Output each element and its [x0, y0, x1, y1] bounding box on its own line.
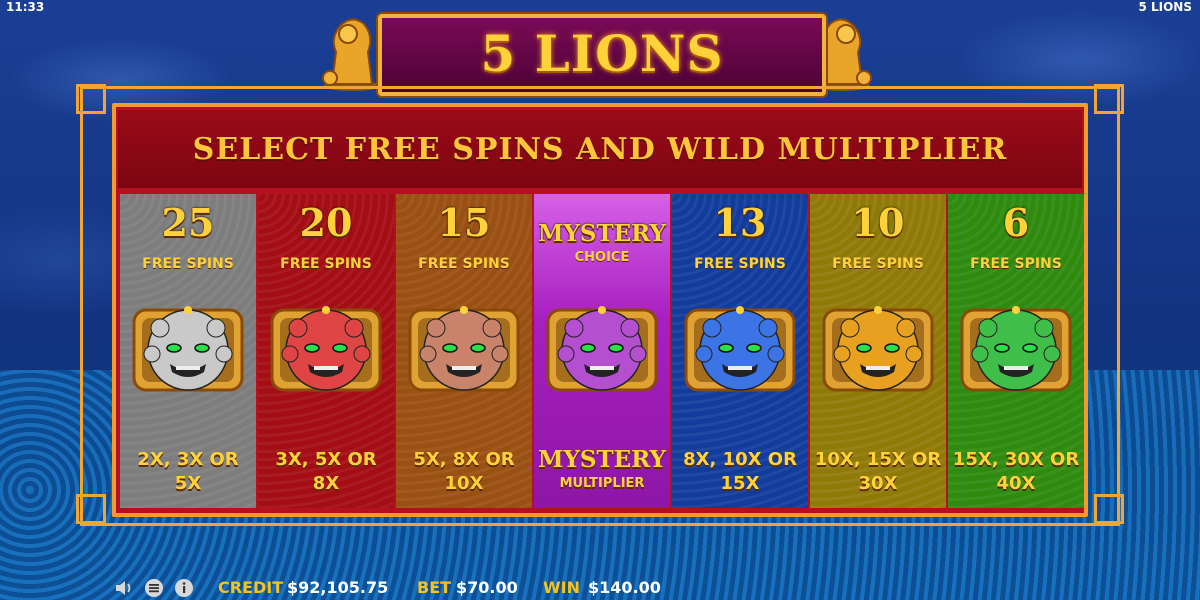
free-spins-label: FREE SPINS — [694, 256, 786, 272]
title-banner: 5 LIONS — [378, 14, 826, 96]
free-spins-label: FREE SPINS — [832, 256, 924, 272]
lion-head-icon — [408, 306, 520, 392]
lion-head-icon — [546, 306, 658, 392]
free-spins-label: FREE SPINS — [418, 256, 510, 272]
win-value: $140.00 — [588, 578, 661, 597]
corner-ornament — [1094, 84, 1124, 114]
speaker-icon[interactable] — [114, 578, 134, 598]
option-column-4[interactable]: MYSTERY CHOICE MYSTERY MULTIPLIER — [534, 194, 670, 508]
corner-ornament — [76, 84, 106, 114]
menu-icon[interactable] — [144, 578, 164, 598]
wild-multiplier: 10X, 15X OR 30X — [810, 448, 946, 496]
wild-multiplier: MYSTERY MULTIPLIER — [534, 448, 670, 496]
wild-multiplier: 8X, 10X OR 15X — [672, 448, 808, 496]
multiplier-options: 5X, 8X OR — [413, 449, 515, 470]
option-column-2[interactable]: 20 FREE SPINS 3X, 5X OR 8X — [258, 194, 394, 508]
lion-head-icon — [132, 306, 244, 392]
win-label: WIN — [543, 578, 580, 597]
free-spins-label: FREE SPINS — [142, 256, 234, 272]
multiplier-max: 10X — [444, 473, 484, 494]
free-spins-count: 10 — [851, 200, 905, 245]
game-name: 5 LIONS — [1138, 0, 1192, 14]
multiplier-options: 8X, 10X OR — [683, 449, 797, 470]
multiplier-label: MULTIPLIER — [559, 476, 645, 491]
select-prompt: SELECT FREE SPINS AND WILD MULTIPLIER — [192, 132, 1008, 167]
multiplier-max: 5X — [174, 473, 202, 494]
multiplier-options: 3X, 5X OR — [275, 449, 377, 470]
credit-value: $92,105.75 — [287, 578, 389, 597]
free-spins-label: FREE SPINS — [280, 256, 372, 272]
game-title: 5 LIONS — [480, 24, 724, 83]
option-column-5[interactable]: 13 FREE SPINS 8X, 10X OR 15X — [672, 194, 808, 508]
option-column-3[interactable]: 15 FREE SPINS 5X, 8X OR 10X — [396, 194, 532, 508]
lion-head-icon — [270, 306, 382, 392]
multiplier-max: 15X — [720, 473, 760, 494]
mystery-label: MYSTERY — [538, 220, 666, 247]
corner-ornament — [76, 494, 106, 524]
multiplier-max: 8X — [312, 473, 340, 494]
wild-multiplier: 3X, 5X OR 8X — [258, 448, 394, 496]
free-spins-count: 13 — [713, 200, 767, 245]
free-spins-count: 6 — [1002, 200, 1030, 245]
wild-multiplier: 2X, 3X OR 5X — [120, 448, 256, 496]
option-column-6[interactable]: 10 FREE SPINS 10X, 15X OR 30X — [810, 194, 946, 508]
free-spins-count: 15 — [437, 200, 491, 245]
lion-head-icon — [684, 306, 796, 392]
corner-ornament — [1094, 494, 1124, 524]
option-column-7[interactable]: 6 FREE SPINS 15X, 30X OR 40X — [948, 194, 1084, 508]
multiplier-options: 10X, 15X OR — [814, 449, 942, 470]
free-spins-label: FREE SPINS — [970, 256, 1062, 272]
multiplier-max: 40X — [996, 473, 1036, 494]
lion-head-icon — [960, 306, 1072, 392]
wild-multiplier: 5X, 8X OR 10X — [396, 448, 532, 496]
golden-lion-statue-icon — [322, 18, 380, 91]
credit-label: CREDIT — [218, 578, 284, 597]
wild-multiplier: 15X, 30X OR 40X — [948, 448, 1084, 496]
choice-label: CHOICE — [574, 250, 630, 265]
multiplier-max: 30X — [858, 473, 898, 494]
info-icon[interactable] — [174, 578, 194, 598]
bet-label: BET — [417, 578, 452, 597]
lion-head-icon — [822, 306, 934, 392]
clock: 11:33 — [6, 0, 45, 14]
option-column-1[interactable]: 25 FREE SPINS 2X, 3X OR 5X — [120, 194, 256, 508]
free-spins-count: 20 — [299, 200, 353, 245]
panel-header: SELECT FREE SPINS AND WILD MULTIPLIER — [118, 110, 1082, 188]
mystery-multiplier-label: MYSTERY — [538, 446, 666, 473]
bet-value: $70.00 — [456, 578, 518, 597]
multiplier-options: 15X, 30X OR — [952, 449, 1080, 470]
multiplier-options: 2X, 3X OR — [137, 449, 239, 470]
free-spins-count: 25 — [161, 200, 215, 245]
